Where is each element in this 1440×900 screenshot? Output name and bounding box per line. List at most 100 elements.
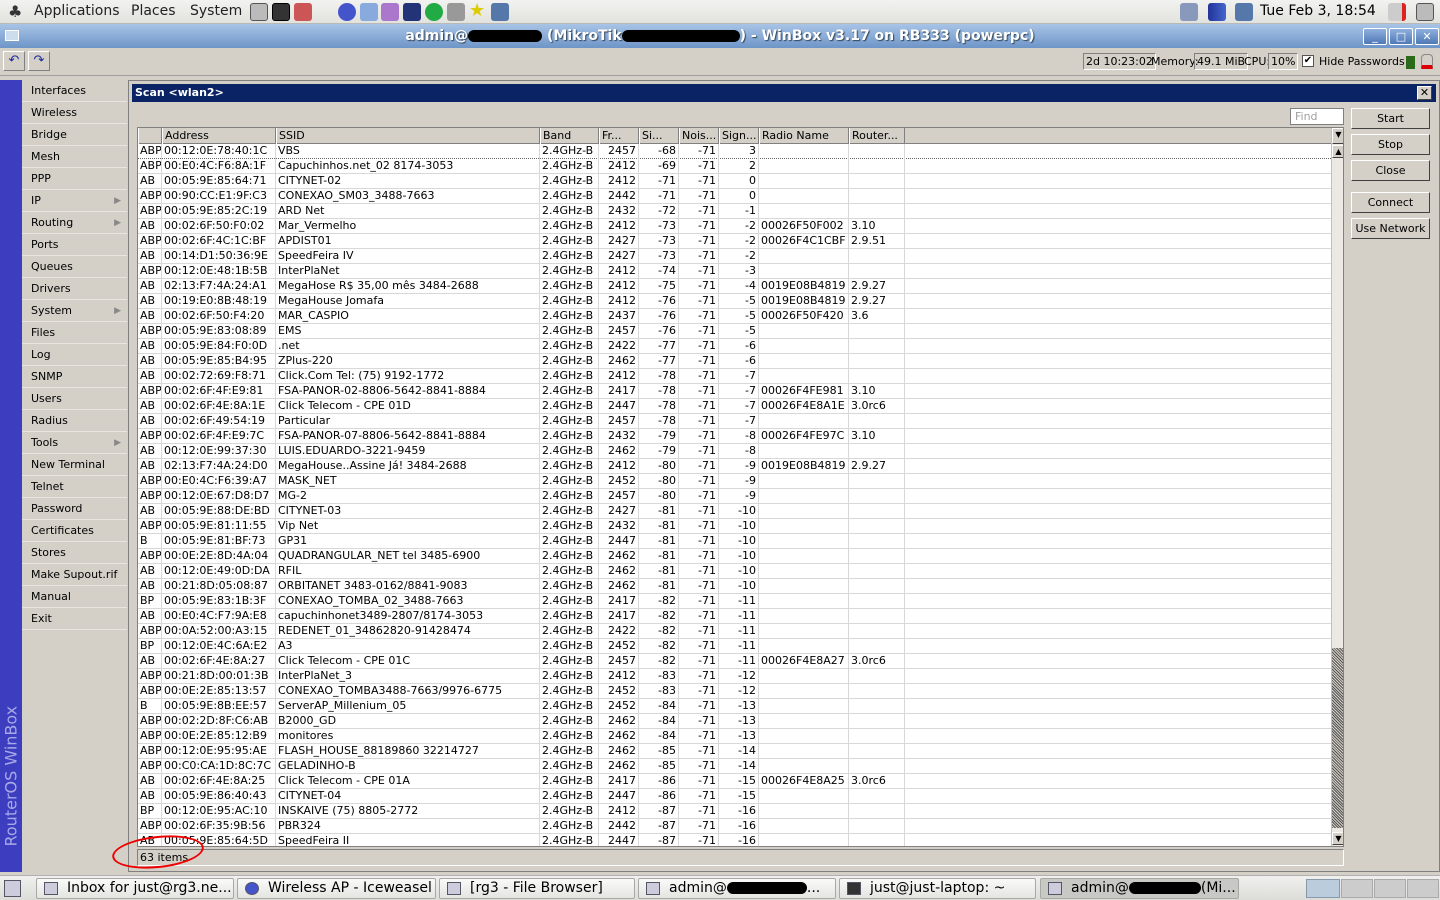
package-icon[interactable] (294, 3, 312, 21)
task-winbox-active[interactable]: admin@ (Mi... (1040, 878, 1239, 899)
sidebar-item-users[interactable]: Users (22, 388, 127, 410)
table-row[interactable]: AB 00:12:0E:99:37:30 LUIS.EDUARDO-3221-945… (138, 444, 1331, 459)
redo-button[interactable]: ↷ (28, 51, 50, 71)
table-row[interactable]: ABP 00:05:9E:83:08:89 EMS 2.4GHz-B 2457 -76 -7… (138, 324, 1331, 339)
minimize-button[interactable]: _ (1363, 28, 1387, 45)
column-header-signal-strength[interactable]: Si... (639, 128, 679, 144)
sidebar-item-manual[interactable]: Manual (22, 586, 127, 608)
close-scan-icon[interactable]: ✕ (1417, 86, 1432, 100)
sidebar-item-ppp[interactable]: PPP (22, 168, 127, 190)
table-row[interactable]: AB 00:14:D1:50:36:9E SpeedFeira IV 2.4GHz-B… (138, 249, 1331, 264)
table-row[interactable]: AB 00:E0:4C:F7:9A:E8 capuchinhonet3489-280… (138, 609, 1331, 624)
undo-button[interactable]: ↶ (3, 51, 25, 71)
table-row[interactable]: ABP 00:05:9E:85:2C:19 ARD Net 2.4GHz-B 2432-… (138, 204, 1331, 219)
find-input[interactable]: Find (1290, 108, 1344, 125)
table-row[interactable]: ABP 00:12:0E:78:40:1C VBS 2.4GHz-B 2457 -68 -7… (138, 144, 1331, 159)
table-row[interactable]: AB 00:05:9E:84:F0:0D .net 2.4GHz-B 2422 -77 -7… (138, 339, 1331, 354)
sidebar-item-password[interactable]: Password (22, 498, 127, 520)
terminal-icon[interactable] (272, 3, 290, 21)
workspace-3[interactable] (1374, 879, 1406, 898)
sidebar-item-queues[interactable]: Queues (22, 256, 127, 278)
sidebar-item-new-terminal[interactable]: New Terminal (22, 454, 127, 476)
table-row[interactable]: ABP 00:E0:4C:F6:39:A7 MASK_NET 2.4GHz-B 2452… (138, 474, 1331, 489)
hide-passwords-label[interactable]: Hide Passwords (1319, 55, 1405, 68)
sidebar-item-drivers[interactable]: Drivers (22, 278, 127, 300)
sidebar-item-ports[interactable]: Ports (22, 234, 127, 256)
maximize-button[interactable]: □ (1389, 28, 1413, 45)
sidebar-item-routing[interactable]: Routing ▶ (22, 212, 127, 234)
table-row[interactable]: AB 02:13:F7:4A:24:A1 MegaHose R$ 35,00 mês… (138, 279, 1331, 294)
table-row[interactable]: ABP 00:02:6F:35:9B:56 PBR324 2.4GHz-B 2442 -8… (138, 819, 1331, 834)
sidebar-item-ip[interactable]: IP ▶ (22, 190, 127, 212)
sidebar-item-certificates[interactable]: Certificates (22, 520, 127, 542)
start-button[interactable]: Start (1351, 108, 1430, 129)
table-row[interactable]: ABP 00:12:0E:95:95:AE FLASH_HOUSE_88189860… (138, 744, 1331, 759)
menu-system[interactable]: System (190, 3, 242, 19)
workspace-4[interactable] (1407, 879, 1439, 898)
table-row[interactable]: AB 00:05:9E:85:B4:95 ZPlus-220 2.4GHz-B 2462… (138, 354, 1331, 369)
volume-muted-icon[interactable] (1388, 3, 1406, 21)
show-desktop-icon[interactable] (1416, 3, 1434, 21)
file-cabinet-icon[interactable] (250, 3, 268, 21)
table-row[interactable]: ABP 00:02:6F:4F:E9:7C FSA-PANOR-07-8806-56… (138, 429, 1331, 444)
task-winbox-1[interactable]: admin@... (638, 878, 836, 899)
task-terminal[interactable]: just@just-laptop: ~ (839, 878, 1036, 899)
sidebar-item-tools[interactable]: Tools ▶ (22, 432, 127, 454)
sidebar-item-exit[interactable]: Exit (22, 608, 127, 630)
table-row[interactable]: AB 00:02:6F:4E:8A:1E Click Telecom - CPE 0… (138, 399, 1331, 414)
vertical-scrollbar[interactable]: ▼ ▲ ▼ (1331, 128, 1343, 846)
table-row[interactable]: ABP 00:0E:2E:8D:4A:04 QUADRANGULAR_NET tel… (138, 549, 1331, 564)
workspace-2[interactable] (1341, 879, 1373, 898)
table-row[interactable]: AB 00:02:6F:4E:8A:27 Click Telecom - CPE 0… (138, 654, 1331, 669)
column-header-flags[interactable] (138, 128, 162, 144)
column-header-band[interactable]: Band (540, 128, 599, 144)
sidebar-item-bridge[interactable]: Bridge (22, 124, 127, 146)
close-button[interactable]: Close (1351, 160, 1430, 181)
column-menu-icon[interactable]: ▼ (1332, 128, 1343, 144)
table-row[interactable]: ABP 00:90:CC:E1:9F:C3 CONEXAO_SM03_3488-76… (138, 189, 1331, 204)
network-icon[interactable] (1235, 3, 1253, 21)
hide-passwords-checkbox[interactable]: ✔ (1302, 55, 1314, 67)
table-row[interactable]: ABP 00:12:0E:67:D8:D7 MG-2 2.4GHz-B 2457 -80-… (138, 489, 1331, 504)
scroll-up-icon[interactable]: ▲ (1332, 145, 1343, 158)
table-row[interactable]: AB 00:02:6F:49:54:19 Particular 2.4GHz-B 245… (138, 414, 1331, 429)
pidgin-icon[interactable] (381, 3, 399, 21)
app-icon[interactable] (403, 3, 421, 21)
sidebar-item-stores[interactable]: Stores (22, 542, 127, 564)
database-icon[interactable] (491, 3, 509, 21)
scroll-down-icon[interactable]: ▼ (1332, 832, 1343, 845)
table-row[interactable]: ABP 00:0E:2E:85:13:57 CONEXAO_TOMBA3488-76… (138, 684, 1331, 699)
table-row[interactable]: AB 00:19:E0:8B:48:19 MegaHouse Jomafa 2.4GH… (138, 294, 1331, 309)
close-window-button[interactable]: ✕ (1415, 28, 1439, 45)
column-header-frequency[interactable]: Fr... (599, 128, 639, 144)
sidebar-item-make-supout-rif[interactable]: Make Supout.rif (22, 564, 127, 586)
connect-button[interactable]: Connect (1351, 192, 1430, 213)
gnome-foot-icon[interactable]: ♣ (8, 2, 22, 21)
signal-bars-icon[interactable] (1208, 3, 1226, 21)
table-row[interactable]: ABP 00:E0:4C:F6:8A:1F Capuchinhos.net_02 8… (138, 159, 1331, 174)
windows-icon[interactable] (447, 3, 465, 21)
table-row[interactable]: AB 00:12:0E:49:0D:DA RFIL 2.4GHz-B 2462 -81 -7… (138, 564, 1331, 579)
table-row[interactable]: ABP 00:05:9E:81:11:55 Vip Net 2.4GHz-B 2432-… (138, 519, 1331, 534)
sidebar-item-telnet[interactable]: Telnet (22, 476, 127, 498)
use-network-button[interactable]: Use Network (1351, 218, 1430, 239)
table-row[interactable]: AB 02:13:F7:4A:24:D0 MegaHouse..Assine Já!… (138, 459, 1331, 474)
workspace-1[interactable] (1306, 879, 1340, 898)
column-header-noise-floor[interactable]: Nois... (679, 128, 719, 144)
sidebar-item-wireless[interactable]: Wireless (22, 102, 127, 124)
sidebar-item-files[interactable]: Files (22, 322, 127, 344)
globe-icon[interactable] (425, 3, 443, 21)
table-row[interactable]: ABP 00:12:0E:48:1B:5B InterPlaNet 2.4GHz-B 2… (138, 264, 1331, 279)
show-desktop-icon[interactable] (4, 880, 21, 897)
task-iceweasel[interactable]: Wireless AP - Iceweasel (237, 878, 436, 899)
column-header-address[interactable]: Address (162, 128, 276, 144)
table-row[interactable]: ABP 00:0E:2E:85:12:B9 monitores 2.4GHz-B 246… (138, 729, 1331, 744)
table-row[interactable]: AB 00:05:9E:88:DE:BD CITYNET-03 2.4GHz-B 242… (138, 504, 1331, 519)
window-titlebar[interactable]: admin@ (MikroTik) - WinBox v3.17 on RB33… (0, 24, 1440, 48)
table-row[interactable]: AB 00:02:6F:50:F0:02 Mar_Vermelho 2.4GHz-B 2… (138, 219, 1331, 234)
table-row[interactable]: ABP 00:C0:CA:1D:8C:7C GELADINHO-B 2.4GHz-B 2… (138, 759, 1331, 774)
table-row[interactable]: BP 00:12:0E:95:AC:10 INSKAIVE (75) 8805-27… (138, 804, 1331, 819)
table-row[interactable]: AB 00:02:72:69:F8:71 Click.Com Tel: (75) 9… (138, 369, 1331, 384)
table-row[interactable]: ABP 00:02:6F:4F:E9:81 FSA-PANOR-02-8806-56… (138, 384, 1331, 399)
sidebar-item-log[interactable]: Log (22, 344, 127, 366)
